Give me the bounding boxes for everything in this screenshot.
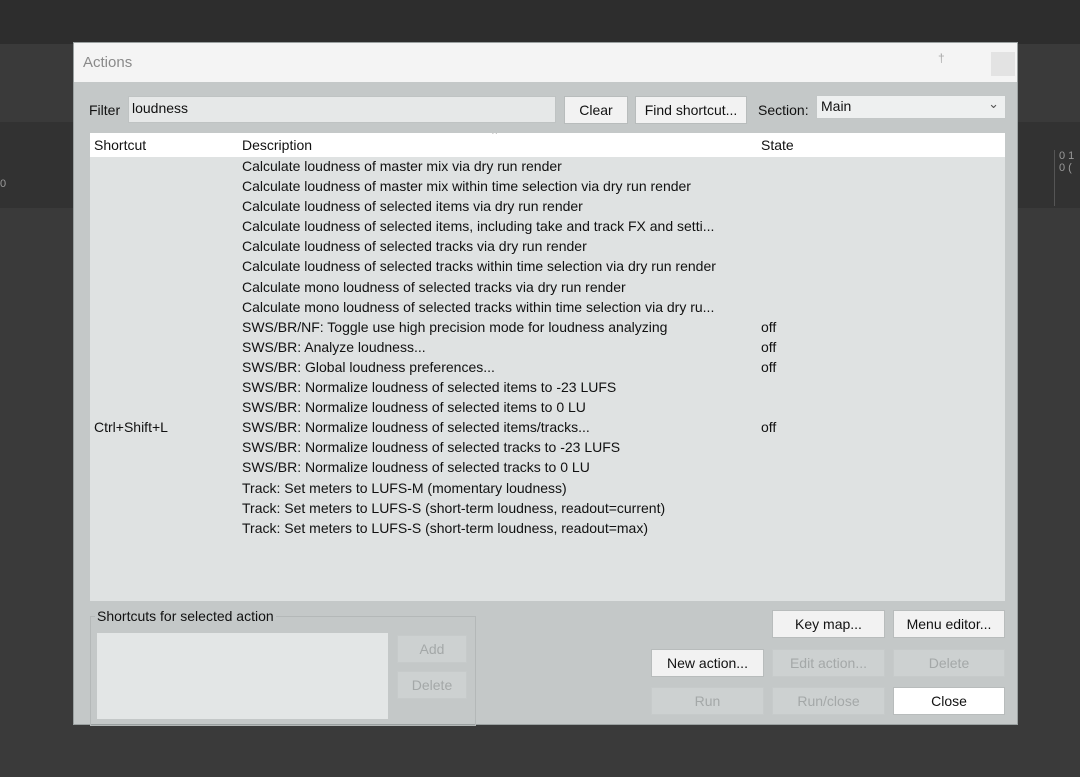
row-description: SWS/BR: Normalize loudness of selected t… [242,439,621,456]
row-description: Calculate loudness of selected tracks wi… [242,258,716,275]
row-description: SWS/BR: Global loudness preferences... [242,358,495,375]
delete-action-button[interactable]: Delete [893,649,1005,677]
add-shortcut-button[interactable]: Add [397,635,467,663]
table-row[interactable]: Track: Set meters to LUFS-S (short-term … [90,518,1005,538]
table-row[interactable]: SWS/BR: Normalize loudness of selected t… [90,457,1005,477]
section-value: Main [821,98,852,114]
title-bar: Actions † [74,43,1017,82]
edit-action-button[interactable]: Edit action... [772,649,885,677]
header-description[interactable]: Description [242,137,312,153]
section-select[interactable]: Main ⌄ [816,95,1006,119]
shortcut-list[interactable] [97,633,388,719]
table-row[interactable]: SWS/BR: Global loudness preferences... of… [90,357,1005,377]
chevron-down-icon: ⌄ [988,96,999,111]
table-row[interactable]: Calculate loudness of selected tracks vi… [90,236,1005,256]
row-description: Track: Set meters to LUFS-S (short-term … [242,499,666,516]
filter-label: Filter [89,102,121,118]
table-row[interactable]: Calculate mono loudness of selected trac… [90,277,1005,297]
table-row[interactable]: SWS/BR/NF: Toggle use high precision mod… [90,317,1005,337]
row-description: SWS/BR: Normalize loudness of selected t… [242,459,590,476]
list-header: Shortcut Description ⌃ State [90,133,1005,157]
find-shortcut-button[interactable]: Find shortcut... [635,96,747,124]
row-state: off [761,338,777,355]
shortcuts-group-title: Shortcuts for selected action [95,608,276,624]
pin-icon[interactable]: † [938,51,945,65]
table-row[interactable]: SWS/BR: Normalize loudness of selected i… [90,397,1005,417]
table-row[interactable]: Ctrl+Shift+L SWS/BR: Normalize loudness o… [90,417,1005,437]
row-shortcut: Ctrl+Shift+L [94,419,168,436]
header-state[interactable]: State [761,137,794,153]
run-button[interactable]: Run [651,687,764,715]
sort-ascending-icon: ⌃ [490,133,500,142]
table-row[interactable]: SWS/BR: Normalize loudness of selected t… [90,437,1005,457]
actions-dialog: Actions † Filter loudness Clear Find sho… [73,42,1018,726]
key-map-button[interactable]: Key map... [772,610,885,638]
row-description: Calculate loudness of master mix via dry… [242,158,562,174]
background-left-text: 0 [0,178,7,190]
row-description: Calculate loudness of selected items via… [242,198,583,215]
clear-button[interactable]: Clear [564,96,628,124]
table-row[interactable]: Calculate loudness of selected items, in… [90,216,1005,236]
close-button[interactable]: Close [893,687,1005,715]
new-action-button[interactable]: New action... [651,649,764,677]
row-state: off [761,419,777,436]
row-description: Track: Set meters to LUFS-S (short-term … [242,519,649,536]
dialog-title: Actions [83,54,133,71]
row-description: Calculate loudness of master mix within … [242,178,691,195]
header-shortcut[interactable]: Shortcut [94,137,146,153]
menu-editor-button[interactable]: Menu editor... [893,610,1005,638]
row-state: off [761,358,777,375]
row-description: Calculate loudness of selected tracks vi… [242,238,587,255]
table-row[interactable]: SWS/BR: Normalize loudness of selected i… [90,377,1005,397]
row-description: SWS/BR: Normalize loudness of selected i… [242,419,590,436]
section-label: Section: [758,102,809,118]
row-description: Calculate mono loudness of selected trac… [242,278,626,295]
row-description: Calculate mono loudness of selected trac… [242,298,715,315]
row-description: SWS/BR: Analyze loudness... [242,338,426,355]
row-description: SWS/BR: Normalize loudness of selected i… [242,399,586,416]
delete-shortcut-button[interactable]: Delete [397,671,467,699]
shortcuts-group: Shortcuts for selected action Add Delete [90,608,476,726]
run-close-button[interactable]: Run/close [772,687,885,715]
table-row[interactable]: Calculate mono loudness of selected trac… [90,297,1005,317]
row-description: Track: Set meters to LUFS-M (momentary l… [242,479,567,496]
row-description: Calculate loudness of selected items, in… [242,218,715,235]
table-row[interactable]: Calculate loudness of master mix via dry… [90,156,1005,176]
table-row[interactable]: SWS/BR: Analyze loudness... off [90,337,1005,357]
background-partial-text: 0 1 0 ( [1054,150,1080,206]
actions-list[interactable]: Shortcut Description ⌃ State Calculate l… [90,133,1005,601]
row-description: SWS/BR: Normalize loudness of selected i… [242,379,617,396]
row-description: SWS/BR/NF: Toggle use high precision mod… [242,318,668,335]
row-state: off [761,318,777,335]
filter-input[interactable]: loudness [128,96,556,123]
table-row[interactable]: Calculate loudness of selected tracks wi… [90,256,1005,276]
table-row[interactable]: Calculate loudness of master mix within … [90,176,1005,196]
list-rows: Calculate loudness of master mix via dry… [90,156,1005,538]
table-row[interactable]: Track: Set meters to LUFS-M (momentary l… [90,478,1005,498]
window-close-icon[interactable] [991,52,1015,76]
table-row[interactable]: Calculate loudness of selected items via… [90,196,1005,216]
background-top-bar [0,0,1080,44]
table-row[interactable]: Track: Set meters to LUFS-S (short-term … [90,498,1005,518]
